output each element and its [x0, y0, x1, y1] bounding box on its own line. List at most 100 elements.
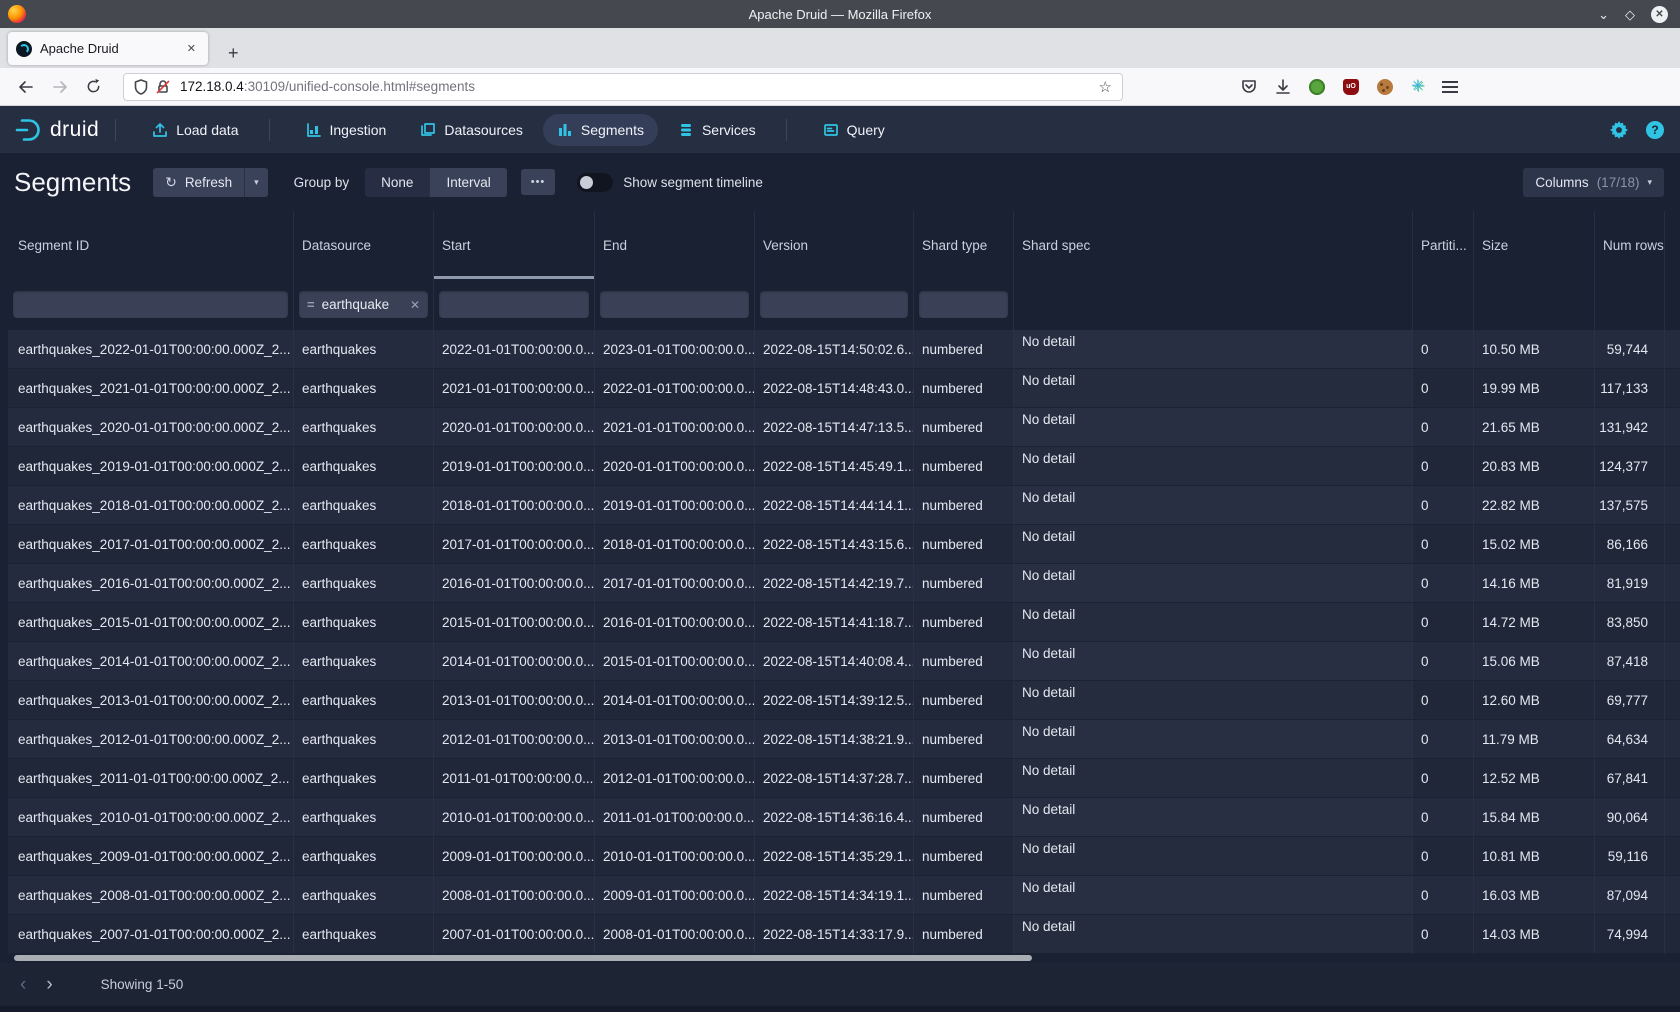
extension-privacy-icon[interactable]: [1309, 79, 1325, 95]
forward-button[interactable]: [52, 80, 68, 94]
shard-type-filter-input[interactable]: [919, 291, 1008, 318]
version-filter-input[interactable]: [760, 291, 908, 318]
nav-item-services[interactable]: Services: [664, 114, 770, 146]
cell-datasource: earthquakes: [294, 681, 434, 720]
nav-item-ingestion[interactable]: Ingestion: [292, 114, 401, 146]
tab-close-icon[interactable]: ✕: [183, 40, 200, 57]
settings-gear-icon[interactable]: [1610, 121, 1628, 139]
table-header-row: Segment ID Datasource Start End Version …: [8, 211, 1680, 279]
cell-shard-type: numbered: [914, 915, 1014, 954]
end-filter-input[interactable]: [600, 291, 749, 318]
refresh-button[interactable]: ↻ Refresh: [153, 168, 244, 197]
window-minimize-icon[interactable]: ⌄: [1598, 8, 1609, 21]
cell-stub: [1665, 564, 1680, 603]
filter-cell-num-rows: [1595, 279, 1665, 330]
segments-table: Segment ID Datasource Start End Version …: [0, 211, 1680, 954]
help-icon[interactable]: ?: [1646, 121, 1664, 139]
cell-end: 2011-01-01T00:00:00.0...: [595, 798, 755, 837]
cell-end: 2009-01-01T00:00:00.0...: [595, 876, 755, 915]
cell-segment-id: earthquakes_2022-01-01T00:00:00.000Z_2..…: [8, 330, 294, 369]
showing-range-label: Showing 1-50: [101, 977, 184, 992]
back-button[interactable]: [18, 80, 34, 94]
cell-shard-spec: No detail: [1014, 408, 1413, 447]
cell-size: 16.03 MB: [1474, 876, 1595, 915]
table-row: earthquakes_2008-01-01T00:00:00.000Z_2..…: [8, 876, 1680, 915]
start-filter-input[interactable]: [439, 291, 589, 318]
cell-end: 2020-01-01T00:00:00.0...: [595, 447, 755, 486]
new-tab-button[interactable]: +: [222, 43, 245, 68]
load-data-icon: [152, 122, 168, 138]
druid-logo-icon: [14, 117, 44, 143]
column-header-segment-id[interactable]: Segment ID: [8, 211, 294, 279]
column-header-stub: [1665, 211, 1680, 279]
window-close-icon[interactable]: ✕: [1651, 6, 1668, 23]
table-row: earthquakes_2021-01-01T00:00:00.000Z_2..…: [8, 369, 1680, 408]
column-header-shard-spec[interactable]: Shard spec: [1014, 211, 1413, 279]
column-header-end[interactable]: End: [595, 211, 755, 279]
window-maximize-icon[interactable]: ◇: [1625, 8, 1635, 21]
cell-datasource: earthquakes: [294, 525, 434, 564]
more-options-button[interactable]: •••: [521, 169, 556, 195]
nav-item-segments[interactable]: Segments: [543, 114, 658, 146]
tab-apache-druid[interactable]: Apache Druid ✕: [8, 32, 208, 65]
datasource-filter-input[interactable]: = earthquake ✕: [299, 291, 428, 318]
cell-end: 2021-01-01T00:00:00.0...: [595, 408, 755, 447]
extension-colorful-icon[interactable]: ✳: [1411, 79, 1424, 95]
download-icon[interactable]: [1275, 79, 1291, 95]
nav-item-load-data[interactable]: Load data: [138, 114, 252, 146]
nav-item-query[interactable]: Query: [809, 114, 899, 146]
menu-hamburger-icon[interactable]: [1442, 81, 1458, 93]
cell-start: 2015-01-01T00:00:00.0...: [434, 603, 595, 642]
group-by-interval-button[interactable]: Interval: [429, 168, 506, 197]
insecure-lock-icon[interactable]: [156, 79, 170, 95]
cell-size: 12.52 MB: [1474, 759, 1595, 798]
cell-shard-spec: No detail: [1014, 603, 1413, 642]
column-header-datasource[interactable]: Datasource: [294, 211, 434, 279]
cell-shard-spec: No detail: [1014, 330, 1413, 369]
cell-segment-id: earthquakes_2011-01-01T00:00:00.000Z_2..…: [8, 759, 294, 798]
datasource-filter-tag: earthquake: [322, 297, 403, 312]
next-page-button[interactable]: ›: [36, 975, 62, 994]
previous-page-button[interactable]: ‹: [10, 975, 36, 994]
cell-version: 2022-08-15T14:39:12.5...: [755, 681, 914, 720]
segment-timeline-label: Show segment timeline: [623, 175, 763, 190]
refresh-caret-button[interactable]: ▾: [244, 168, 268, 197]
cell-partition: 0: [1413, 369, 1474, 408]
druid-brand[interactable]: druid: [14, 117, 99, 143]
column-header-num-rows[interactable]: Num rows: [1595, 211, 1665, 279]
reload-button[interactable]: [86, 79, 101, 94]
pocket-icon[interactable]: [1241, 79, 1257, 95]
column-header-partition[interactable]: Partiti...: [1413, 211, 1474, 279]
nav-item-datasources[interactable]: Datasources: [406, 114, 537, 146]
segment-id-filter-input[interactable]: [13, 291, 288, 318]
cell-partition: 0: [1413, 759, 1474, 798]
segment-timeline-toggle[interactable]: [577, 173, 613, 192]
cell-segment-id: earthquakes_2012-01-01T00:00:00.000Z_2..…: [8, 720, 294, 759]
cookie-extension-icon[interactable]: [1377, 79, 1393, 95]
column-header-version[interactable]: Version: [755, 211, 914, 279]
cell-size: 22.82 MB: [1474, 486, 1595, 525]
chevron-down-icon: ▾: [1647, 177, 1652, 188]
columns-button[interactable]: Columns (17/18) ▾: [1523, 168, 1664, 197]
cell-shard-spec: No detail: [1014, 681, 1413, 720]
filter-cell-datasource: = earthquake ✕: [294, 279, 434, 330]
cell-version: 2022-08-15T14:44:14.1...: [755, 486, 914, 525]
table-row: earthquakes_2007-01-01T00:00:00.000Z_2..…: [8, 915, 1680, 954]
column-header-size[interactable]: Size: [1474, 211, 1595, 279]
filter-cell-shard-spec: [1014, 279, 1413, 330]
cell-stub: [1665, 876, 1680, 915]
column-header-shard-type[interactable]: Shard type: [914, 211, 1014, 279]
cell-end: 2016-01-01T00:00:00.0...: [595, 603, 755, 642]
datasources-icon: [420, 122, 436, 138]
group-by-none-button[interactable]: None: [365, 168, 429, 197]
ublock-origin-icon[interactable]: uO: [1343, 79, 1359, 95]
column-header-start[interactable]: Start: [434, 211, 595, 279]
bookmark-star-icon[interactable]: ☆: [1099, 78, 1112, 96]
tracking-shield-icon[interactable]: [134, 79, 148, 95]
horizontal-scrollbar-thumb[interactable]: [14, 955, 1032, 961]
remove-tag-icon[interactable]: ✕: [410, 298, 420, 312]
segments-view-header: Segments ↻ Refresh ▾ Group by None Inter…: [0, 153, 1680, 211]
url-bar[interactable]: 172.18.0.4:30109/unified-console.html#se…: [123, 73, 1123, 101]
cell-start: 2008-01-01T00:00:00.0...: [434, 876, 595, 915]
cell-datasource: earthquakes: [294, 720, 434, 759]
